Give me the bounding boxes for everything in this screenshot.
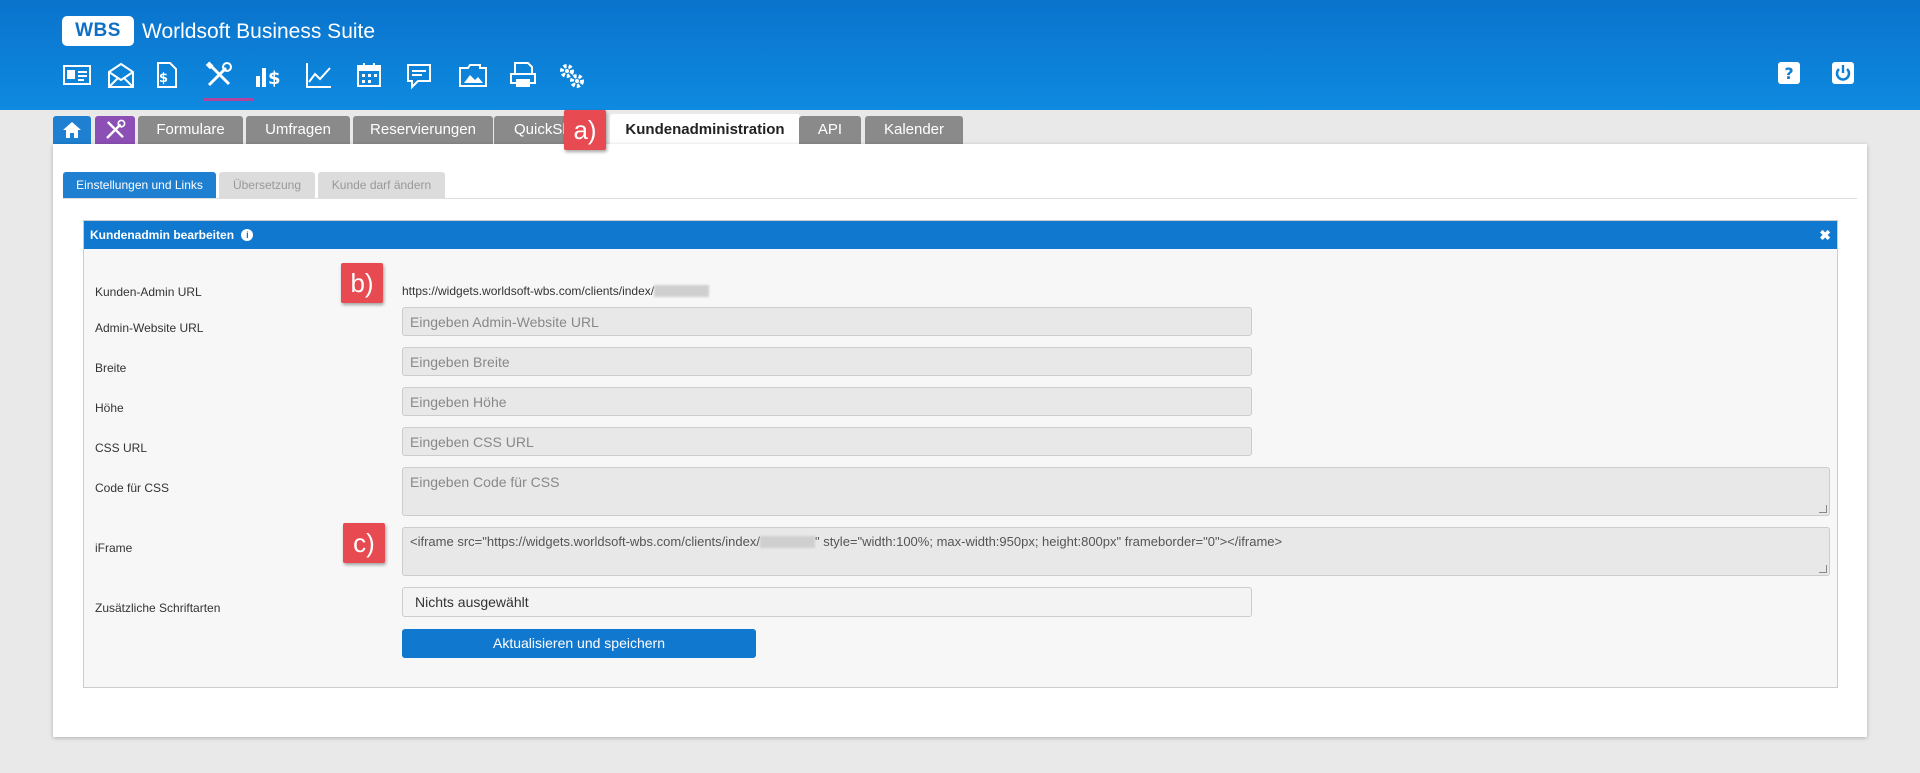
resize-handle[interactable] (1819, 505, 1827, 513)
home-icon (63, 122, 81, 138)
admin-website-url-field[interactable]: Eingeben Admin-Website URL (402, 307, 1252, 336)
box-title: Kundenadmin bearbeiten (90, 228, 235, 242)
code-css-placeholder: Eingeben Code für CSS (410, 474, 560, 490)
label-hoehe: Höhe (95, 401, 124, 415)
mail-icon[interactable] (104, 58, 138, 92)
tab-kundenadministration[interactable]: Kundenadministration (610, 114, 800, 144)
label-css-url: CSS URL (95, 441, 148, 455)
kunden-admin-url-text: https://widgets.worldsoft-wbs.com/client… (402, 284, 655, 298)
label-breite: Breite (95, 361, 127, 375)
tab-formulare[interactable]: Formulare (138, 116, 243, 144)
content-panel: Einstellungen und Links Übersetzung Kund… (53, 144, 1867, 737)
label-admin-website-url: Admin-Website URL (95, 321, 204, 335)
svg-text:$: $ (159, 71, 168, 86)
subtab-einstellungen[interactable]: Einstellungen und Links (63, 172, 216, 198)
tab-api[interactable]: API (799, 116, 861, 144)
subtab-divider (63, 198, 1857, 199)
line-chart-icon[interactable] (302, 58, 336, 92)
subtab-kunde-darf-aendern[interactable]: Kunde darf ändern (318, 172, 445, 198)
comment-icon[interactable] (402, 58, 436, 92)
help-icon[interactable]: ? (1777, 61, 1801, 85)
hoehe-field[interactable]: Eingeben Höhe (402, 387, 1252, 416)
redacted-id (759, 536, 815, 548)
printer-document-icon[interactable] (506, 58, 540, 92)
label-schriftarten: Zusätzliche Schriftarten (95, 601, 221, 615)
kunden-admin-url-value[interactable]: https://widgets.worldsoft-wbs.com/client… (402, 284, 710, 298)
tools-icon (106, 119, 126, 139)
marker-c: c) (343, 523, 385, 563)
resize-handle[interactable] (1819, 565, 1827, 573)
wbs-logo[interactable]: WBS (62, 16, 134, 46)
folder-image-icon[interactable] (456, 58, 490, 92)
close-icon[interactable]: ✖ (1819, 221, 1831, 249)
gears-icon[interactable] (554, 58, 588, 92)
app-title: Worldsoft Business Suite (142, 20, 376, 43)
iframe-field[interactable]: <iframe src="https://widgets.worldsoft-w… (402, 527, 1830, 576)
tab-umfragen[interactable]: Umfragen (246, 116, 350, 144)
iframe-code-end: " style="width:100%; max-width:950px; he… (814, 534, 1283, 549)
schriftarten-select[interactable]: Nichts ausgewählt (402, 587, 1252, 617)
info-icon[interactable]: i (241, 229, 254, 241)
tab-reservierungen[interactable]: Reservierungen (353, 116, 493, 144)
app-header: WBS Worldsoft Business Suite $ $ ? (0, 0, 1920, 110)
subtab-uebersetzung[interactable]: Übersetzung (219, 172, 315, 198)
breite-field[interactable]: Eingeben Breite (402, 347, 1252, 376)
bar-chart-dollar-icon[interactable]: $ (252, 58, 286, 92)
redacted-id (654, 285, 710, 297)
tab-kalender[interactable]: Kalender (865, 116, 963, 144)
save-button[interactable]: Aktualisieren und speichern (402, 629, 756, 658)
svg-text:$: $ (268, 68, 281, 89)
css-url-field[interactable]: Eingeben CSS URL (402, 427, 1252, 456)
active-nav-indicator (203, 98, 253, 101)
id-card-icon[interactable] (60, 58, 94, 92)
label-iframe: iFrame (95, 541, 133, 555)
marker-a: a) (564, 110, 606, 150)
tools-icon[interactable] (202, 58, 236, 92)
tab-home[interactable] (53, 116, 91, 144)
label-code-css: Code für CSS (95, 481, 170, 495)
svg-text:?: ? (1784, 64, 1793, 83)
box-header: Kundenadmin bearbeiten i ✖ (84, 221, 1837, 249)
marker-b: b) (341, 263, 383, 303)
label-kunden-admin-url: Kunden-Admin URL (95, 285, 202, 299)
code-css-field[interactable]: Eingeben Code für CSS (402, 467, 1830, 516)
tab-tools[interactable] (95, 116, 135, 144)
document-money-icon[interactable]: $ (148, 58, 182, 92)
power-icon[interactable] (1831, 61, 1855, 85)
iframe-code-start: <iframe src="https://widgets.worldsoft-w… (410, 534, 760, 549)
calendar-icon[interactable] (352, 58, 386, 92)
